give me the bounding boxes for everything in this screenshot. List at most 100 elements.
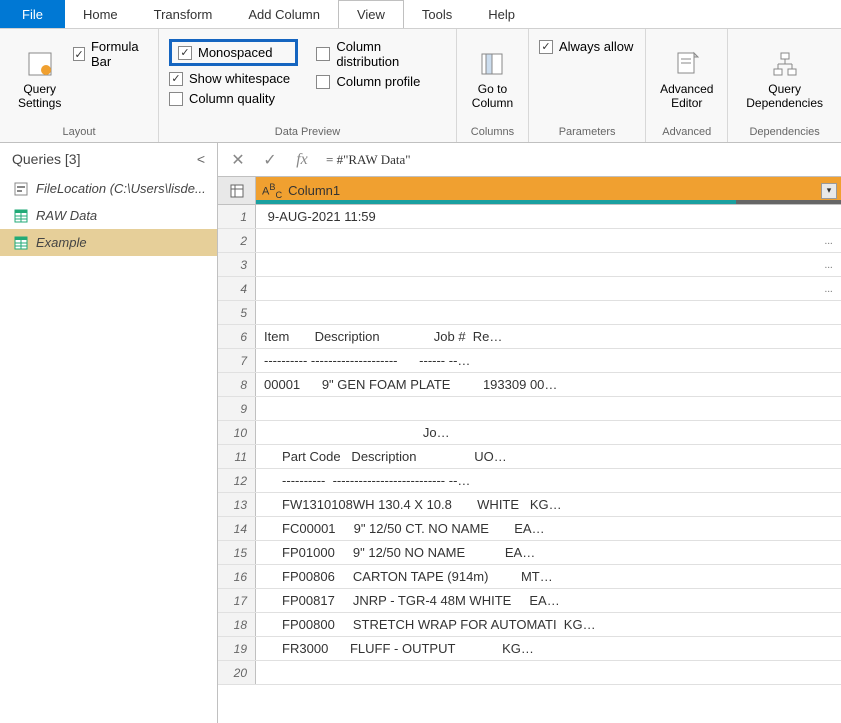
column-quality-checkbox[interactable]: Column quality: [169, 91, 299, 106]
row-number: 11: [218, 445, 256, 468]
row-number: 19: [218, 637, 256, 660]
table-row[interactable]: 800001 9" GEN FOAM PLATE 193309 00…: [218, 373, 841, 397]
cell[interactable]: 00001 9" GEN FOAM PLATE 193309 00…: [256, 373, 841, 396]
query-item-1[interactable]: RAW Data: [0, 202, 217, 229]
row-number: 10: [218, 421, 256, 444]
fx-icon[interactable]: fx: [290, 148, 314, 172]
cell[interactable]: 9-AUG-2021 11:59: [256, 205, 841, 228]
query-settings-button[interactable]: Query Settings: [10, 33, 69, 124]
cell[interactable]: ...: [256, 277, 841, 300]
table-row[interactable]: 13 FW1310108WH 130.4 X 10.8 WHITE KG…: [218, 493, 841, 517]
monospaced-checkbox[interactable]: Monospaced: [178, 45, 286, 60]
table-row[interactable]: 4...: [218, 277, 841, 301]
table-row[interactable]: 18 FP00800 STRETCH WRAP FOR AUTOMATI KG…: [218, 613, 841, 637]
query-dependencies-button[interactable]: Query Dependencies: [738, 33, 831, 124]
table-row[interactable]: 15 FP01000 9" 12/50 NO NAME EA…: [218, 541, 841, 565]
formula-input[interactable]: [322, 148, 833, 172]
queries-header: Queries [3] <: [0, 143, 217, 175]
table-row[interactable]: 9: [218, 397, 841, 421]
table-row[interactable]: 11 Part Code Description UO…: [218, 445, 841, 469]
cell[interactable]: FP00800 STRETCH WRAP FOR AUTOMATI KG…: [256, 613, 841, 636]
group-label-parameters: Parameters: [539, 124, 635, 140]
always-allow-checkbox[interactable]: Always allow: [539, 39, 635, 54]
table-row[interactable]: 20: [218, 661, 841, 685]
checkbox-icon: [169, 92, 183, 106]
cell[interactable]: FP00806 CARTON TAPE (914m) MT…: [256, 565, 841, 588]
menu-bar: File Home Transform Add Column View Tool…: [0, 0, 841, 29]
checkbox-icon: [73, 47, 85, 61]
cell[interactable]: Jo…: [256, 421, 841, 444]
menu-help[interactable]: Help: [470, 0, 533, 28]
menu-transform[interactable]: Transform: [136, 0, 231, 28]
row-number: 13: [218, 493, 256, 516]
table-row[interactable]: 2...: [218, 229, 841, 253]
parameter-icon: [14, 182, 28, 196]
show-whitespace-checkbox[interactable]: Show whitespace: [169, 71, 299, 86]
query-dependencies-icon: [769, 48, 801, 80]
row-number: 20: [218, 661, 256, 684]
cell[interactable]: FR3000 FLUFF - OUTPUT KG…: [256, 637, 841, 660]
group-label-columns: Columns: [467, 124, 518, 140]
cell[interactable]: Part Code Description UO…: [256, 445, 841, 468]
cancel-formula-icon[interactable]: ✕: [226, 148, 250, 172]
cell[interactable]: ...: [256, 253, 841, 276]
column-profile-checkbox[interactable]: Column profile: [316, 74, 446, 89]
table-row[interactable]: 5: [218, 301, 841, 325]
row-number: 7: [218, 349, 256, 372]
table-row[interactable]: 7---------- -------------------- ------ …: [218, 349, 841, 373]
collapse-icon[interactable]: <: [197, 151, 205, 167]
query-item-label: RAW Data: [36, 208, 97, 223]
column-filter-dropdown[interactable]: ▾: [821, 183, 837, 199]
formula-bar-checkbox[interactable]: Formula Bar: [73, 39, 148, 69]
menu-file[interactable]: File: [0, 0, 65, 28]
query-item-0[interactable]: FileLocation (C:\Users\lisde...: [0, 175, 217, 202]
advanced-editor-icon: [671, 48, 703, 80]
table-row[interactable]: 17 FP00817 JNRP - TGR-4 48M WHITE EA…: [218, 589, 841, 613]
query-item-2[interactable]: Example: [0, 229, 217, 256]
checkbox-icon: [169, 72, 183, 86]
table-row[interactable]: 10 Jo…: [218, 421, 841, 445]
cell[interactable]: FP01000 9" 12/50 NO NAME EA…: [256, 541, 841, 564]
table-row[interactable]: 3...: [218, 253, 841, 277]
cell[interactable]: FP00817 JNRP - TGR-4 48M WHITE EA…: [256, 589, 841, 612]
table-row[interactable]: 1 9-AUG-2021 11:59: [218, 205, 841, 229]
grid-corner[interactable]: [218, 177, 256, 205]
menu-view[interactable]: View: [338, 0, 404, 28]
table-row[interactable]: 6Item Description Job # Re…: [218, 325, 841, 349]
cell[interactable]: ...: [256, 229, 841, 252]
checkbox-icon: [178, 46, 192, 60]
cell[interactable]: Item Description Job # Re…: [256, 325, 841, 348]
table-row[interactable]: 16 FP00806 CARTON TAPE (914m) MT…: [218, 565, 841, 589]
table-row[interactable]: 14 FC00001 9" 12/50 CT. NO NAME EA…: [218, 517, 841, 541]
column-header-column1[interactable]: ABC Column1 ▾: [256, 177, 841, 205]
cell[interactable]: [256, 661, 841, 684]
row-number: 9: [218, 397, 256, 420]
advanced-editor-button[interactable]: Advanced Editor: [656, 33, 717, 124]
row-number: 16: [218, 565, 256, 588]
row-number: 12: [218, 469, 256, 492]
group-label-data-preview: Data Preview: [169, 124, 446, 140]
table-row[interactable]: 19 FR3000 FLUFF - OUTPUT KG…: [218, 637, 841, 661]
cell[interactable]: FW1310108WH 130.4 X 10.8 WHITE KG…: [256, 493, 841, 516]
cell[interactable]: [256, 301, 841, 324]
cell[interactable]: ---------- -------------------- ------ -…: [256, 349, 841, 372]
table-row[interactable]: 12 ---------- --------------------------…: [218, 469, 841, 493]
row-number: 2: [218, 229, 256, 252]
cell[interactable]: [256, 397, 841, 420]
row-number: 15: [218, 541, 256, 564]
table-icon: [14, 236, 28, 250]
queries-pane: Queries [3] < FileLocation (C:\Users\lis…: [0, 143, 218, 723]
row-number: 14: [218, 517, 256, 540]
menu-tools[interactable]: Tools: [404, 0, 470, 28]
cell[interactable]: FC00001 9" 12/50 CT. NO NAME EA…: [256, 517, 841, 540]
menu-home[interactable]: Home: [65, 0, 136, 28]
row-number: 3: [218, 253, 256, 276]
formula-bar: ✕ ✓ fx: [218, 143, 841, 177]
goto-column-button[interactable]: Go to Column: [467, 33, 518, 124]
group-label-layout: Layout: [10, 124, 148, 140]
column-distribution-checkbox[interactable]: Column distribution: [316, 39, 446, 69]
menu-add-column[interactable]: Add Column: [230, 0, 338, 28]
ribbon: Query Settings Formula Bar Layout Monosp…: [0, 29, 841, 143]
cell[interactable]: ---------- -------------------------- --…: [256, 469, 841, 492]
confirm-formula-icon[interactable]: ✓: [258, 148, 282, 172]
